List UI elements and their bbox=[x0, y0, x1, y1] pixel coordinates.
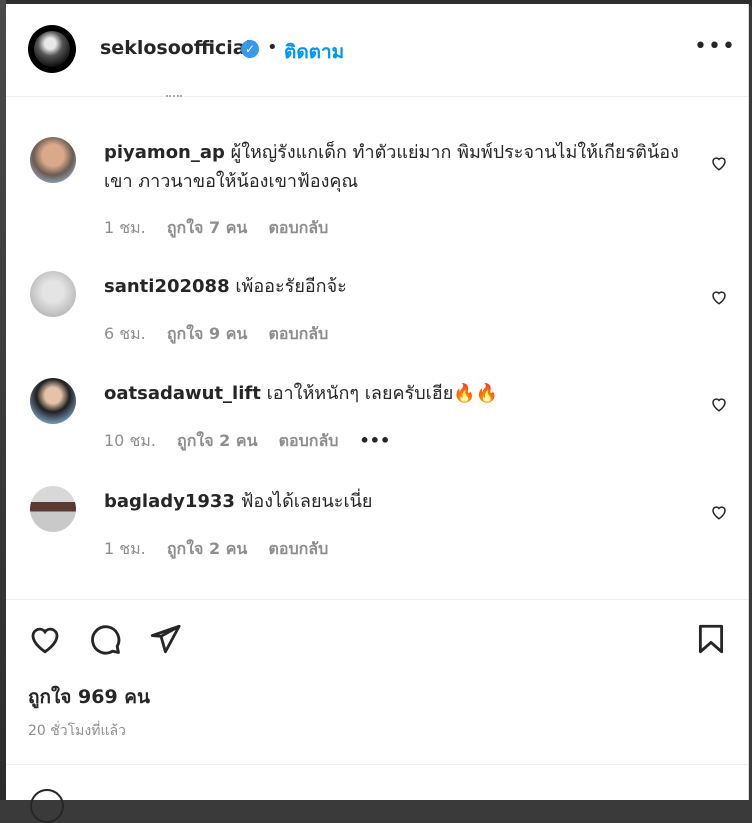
scrolled-content-hint bbox=[166, 92, 182, 97]
more-options-icon[interactable]: ••• bbox=[694, 34, 736, 59]
author-avatar[interactable] bbox=[28, 25, 76, 73]
comment-likes-count[interactable]: ถูกใจ 2 คน bbox=[167, 539, 247, 558]
commenter-avatar[interactable] bbox=[30, 137, 76, 183]
author-username[interactable]: seklosoofficial bbox=[100, 37, 252, 59]
emoji-icon[interactable] bbox=[30, 789, 64, 823]
follow-button[interactable]: ติดตาม bbox=[284, 37, 344, 67]
reply-button[interactable]: ตอบกลับ bbox=[279, 431, 339, 450]
comment-text-block: santi202088 เพ้ออะรัยอีกจ้ะ bbox=[104, 272, 694, 301]
comment-likes-count[interactable]: ถูกใจ 7 คน bbox=[167, 218, 247, 237]
comment-text-block: oatsadawut_lift เอาให้หนักๆ เลยครับเฮีย🔥… bbox=[104, 379, 694, 408]
paper-plane-icon[interactable] bbox=[148, 622, 182, 656]
comment-heart-icon[interactable] bbox=[710, 503, 728, 521]
comment-likes-count[interactable]: ถูกใจ 2 คน bbox=[177, 431, 257, 450]
commenter-avatar[interactable] bbox=[30, 486, 76, 532]
comment-body: เพ้ออะรัยอีกจ้ะ bbox=[235, 276, 347, 297]
commenter-avatar[interactable] bbox=[30, 378, 76, 424]
comment-heart-icon[interactable] bbox=[710, 288, 728, 306]
post-header: seklosoofficial ✓ • ติดตาม ••• bbox=[6, 4, 748, 97]
separator-dot: • bbox=[267, 37, 278, 58]
comment-bubble-icon[interactable] bbox=[88, 622, 122, 656]
post-comments-panel: seklosoofficial ✓ • ติดตาม ••• piyamon_a… bbox=[6, 4, 749, 823]
commenter-username[interactable]: santi202088 bbox=[104, 276, 230, 297]
commenter-username[interactable]: oatsadawut_lift bbox=[104, 383, 261, 404]
comment-time: 1 ชม. bbox=[104, 539, 146, 558]
comment-text-block: baglady1933 ฟ้องได้เลยนะเนี่ย bbox=[104, 487, 694, 516]
post-action-bar bbox=[6, 599, 748, 668]
comment-time: 1 ชม. bbox=[104, 218, 146, 237]
post-likes-count[interactable]: ถูกใจ 969 คน bbox=[28, 682, 150, 712]
comment-meta: 1 ชม. ถูกใจ 2 คน ตอบกลับ bbox=[104, 537, 344, 562]
add-comment-bar bbox=[6, 764, 748, 823]
reply-button[interactable]: ตอบกลับ bbox=[268, 539, 328, 558]
heart-icon[interactable] bbox=[28, 622, 62, 656]
comment-time: 6 ชม. bbox=[104, 324, 146, 343]
commenter-username[interactable]: piyamon_ap bbox=[104, 142, 225, 163]
reply-button[interactable]: ตอบกลับ bbox=[268, 324, 328, 343]
commenter-avatar[interactable] bbox=[30, 271, 76, 317]
comment-meta: 10 ชม. ถูกใจ 2 คน ตอบกลับ ••• bbox=[104, 429, 406, 454]
comment-body: ฟ้องได้เลยนะเนี่ย bbox=[240, 491, 373, 512]
bookmark-icon[interactable] bbox=[694, 622, 728, 656]
comment-likes-count[interactable]: ถูกใจ 9 คน bbox=[167, 324, 247, 343]
verified-badge-icon: ✓ bbox=[241, 40, 259, 58]
comment-more-options-icon[interactable]: ••• bbox=[360, 431, 391, 450]
reply-button[interactable]: ตอบกลับ bbox=[268, 218, 328, 237]
post-timestamp[interactable]: 20 ชั่วโมงที่แล้ว bbox=[28, 720, 126, 742]
comment-heart-icon[interactable] bbox=[710, 154, 728, 172]
comment-text-block: piyamon_ap ผู้ใหญ่รังแกเด็ก ทำตัวแย่มาก … bbox=[104, 138, 694, 196]
comment-time: 10 ชม. bbox=[104, 431, 156, 450]
comment-body: เอาให้หนักๆ เลยครับเฮีย🔥🔥 bbox=[266, 383, 499, 404]
comment-meta: 1 ชม. ถูกใจ 7 คน ตอบกลับ bbox=[104, 216, 344, 241]
comment-heart-icon[interactable] bbox=[710, 395, 728, 413]
commenter-username[interactable]: baglady1933 bbox=[104, 491, 235, 512]
comment-meta: 6 ชม. ถูกใจ 9 คน ตอบกลับ bbox=[104, 322, 344, 347]
